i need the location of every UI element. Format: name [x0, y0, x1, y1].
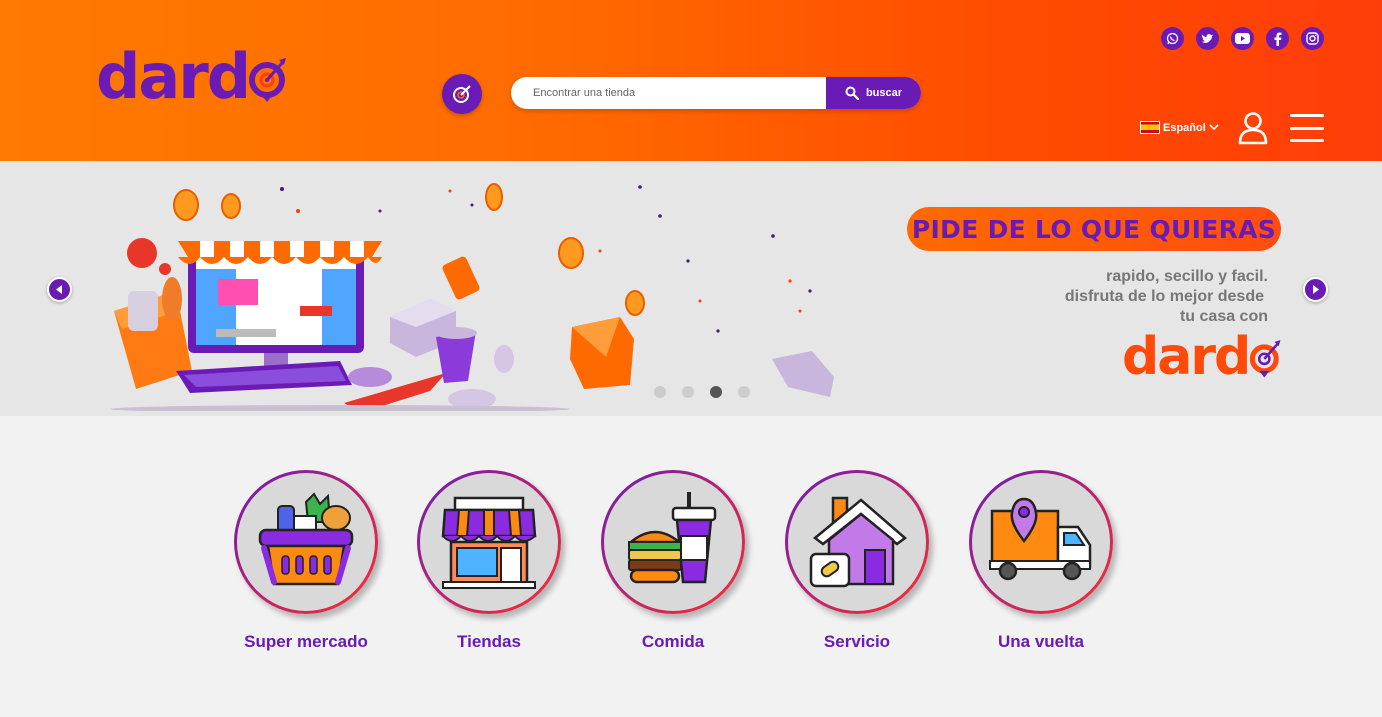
food-icon — [627, 492, 717, 584]
category-servicio[interactable]: Servicio — [777, 470, 937, 652]
user-account-icon[interactable] — [1237, 111, 1269, 145]
target-o-icon — [1250, 340, 1281, 378]
header: dard buscar — [0, 0, 1382, 161]
category-circle — [234, 470, 378, 614]
banner-logo-text: dard — [1122, 327, 1251, 387]
carousel-dot-active[interactable] — [710, 386, 722, 398]
carousel-prev-button[interactable] — [47, 277, 72, 302]
banner-headline: PIDE DE LO QUE QUIERAS — [907, 207, 1281, 251]
banner-dardo-logo: dard — [1122, 331, 1283, 383]
category-tiendas[interactable]: Tiendas — [409, 470, 569, 652]
category-circle — [417, 470, 561, 614]
category-una-vuelta[interactable]: Una vuelta — [961, 470, 1121, 652]
category-label: Super mercado — [244, 632, 368, 651]
delivery-truck-icon — [989, 497, 1092, 581]
instagram-icon[interactable] — [1301, 27, 1324, 50]
category-label: Servicio — [823, 632, 891, 651]
hamburger-menu-icon[interactable] — [1290, 114, 1324, 142]
shopping-illustration — [110, 183, 834, 411]
category-circle — [969, 470, 1113, 614]
arrow-right-icon — [1313, 285, 1319, 294]
search-icon — [845, 86, 859, 100]
category-super-mercado[interactable]: Super mercado — [226, 470, 386, 652]
home-service-icon — [809, 496, 907, 588]
youtube-icon[interactable] — [1231, 27, 1254, 50]
carousel-dot[interactable] — [682, 386, 694, 398]
banner-tagline: rapido, secillo y facil. disfruta de lo … — [968, 267, 1268, 327]
spain-flag-icon — [1140, 121, 1160, 134]
facebook-icon[interactable] — [1266, 27, 1289, 50]
social-links — [1161, 27, 1324, 50]
target-o-icon — [249, 46, 289, 108]
search-button[interactable]: buscar — [826, 77, 921, 109]
location-target-button[interactable] — [442, 74, 482, 114]
twitter-icon[interactable] — [1196, 27, 1219, 50]
category-label: Comida — [641, 632, 705, 651]
search-input[interactable] — [511, 77, 826, 109]
whatsapp-icon[interactable] — [1161, 27, 1184, 50]
category-comida[interactable]: Comida — [593, 470, 753, 652]
category-label: Tiendas — [457, 632, 521, 651]
target-icon — [453, 85, 471, 103]
tagline-line: disfruta de lo mejor desde — [1064, 288, 1264, 305]
arrow-left-icon — [56, 285, 62, 294]
basket-icon — [258, 492, 354, 586]
carousel-dot[interactable] — [738, 386, 750, 398]
language-label: Español — [1163, 121, 1206, 134]
carousel-indicators — [654, 386, 750, 398]
tagline-line: rapido, secillo y facil. — [1106, 268, 1268, 285]
store-icon — [441, 496, 537, 589]
tagline-line: tu casa con — [1179, 308, 1268, 325]
carousel-next-button[interactable] — [1303, 277, 1328, 302]
logo-text: dard — [96, 40, 251, 113]
dardo-logo[interactable]: dard — [96, 46, 289, 108]
category-circle — [785, 470, 929, 614]
language-selector[interactable]: Español — [1140, 121, 1219, 134]
search-bar: buscar — [511, 77, 921, 109]
chevron-down-icon — [1209, 124, 1219, 131]
hero-carousel: PIDE DE LO QUE QUIERAS rapido, secillo y… — [0, 161, 1382, 416]
category-label: Una vuelta — [998, 632, 1084, 651]
category-circle — [601, 470, 745, 614]
carousel-dot[interactable] — [654, 386, 666, 398]
search-button-label: buscar — [865, 87, 903, 99]
